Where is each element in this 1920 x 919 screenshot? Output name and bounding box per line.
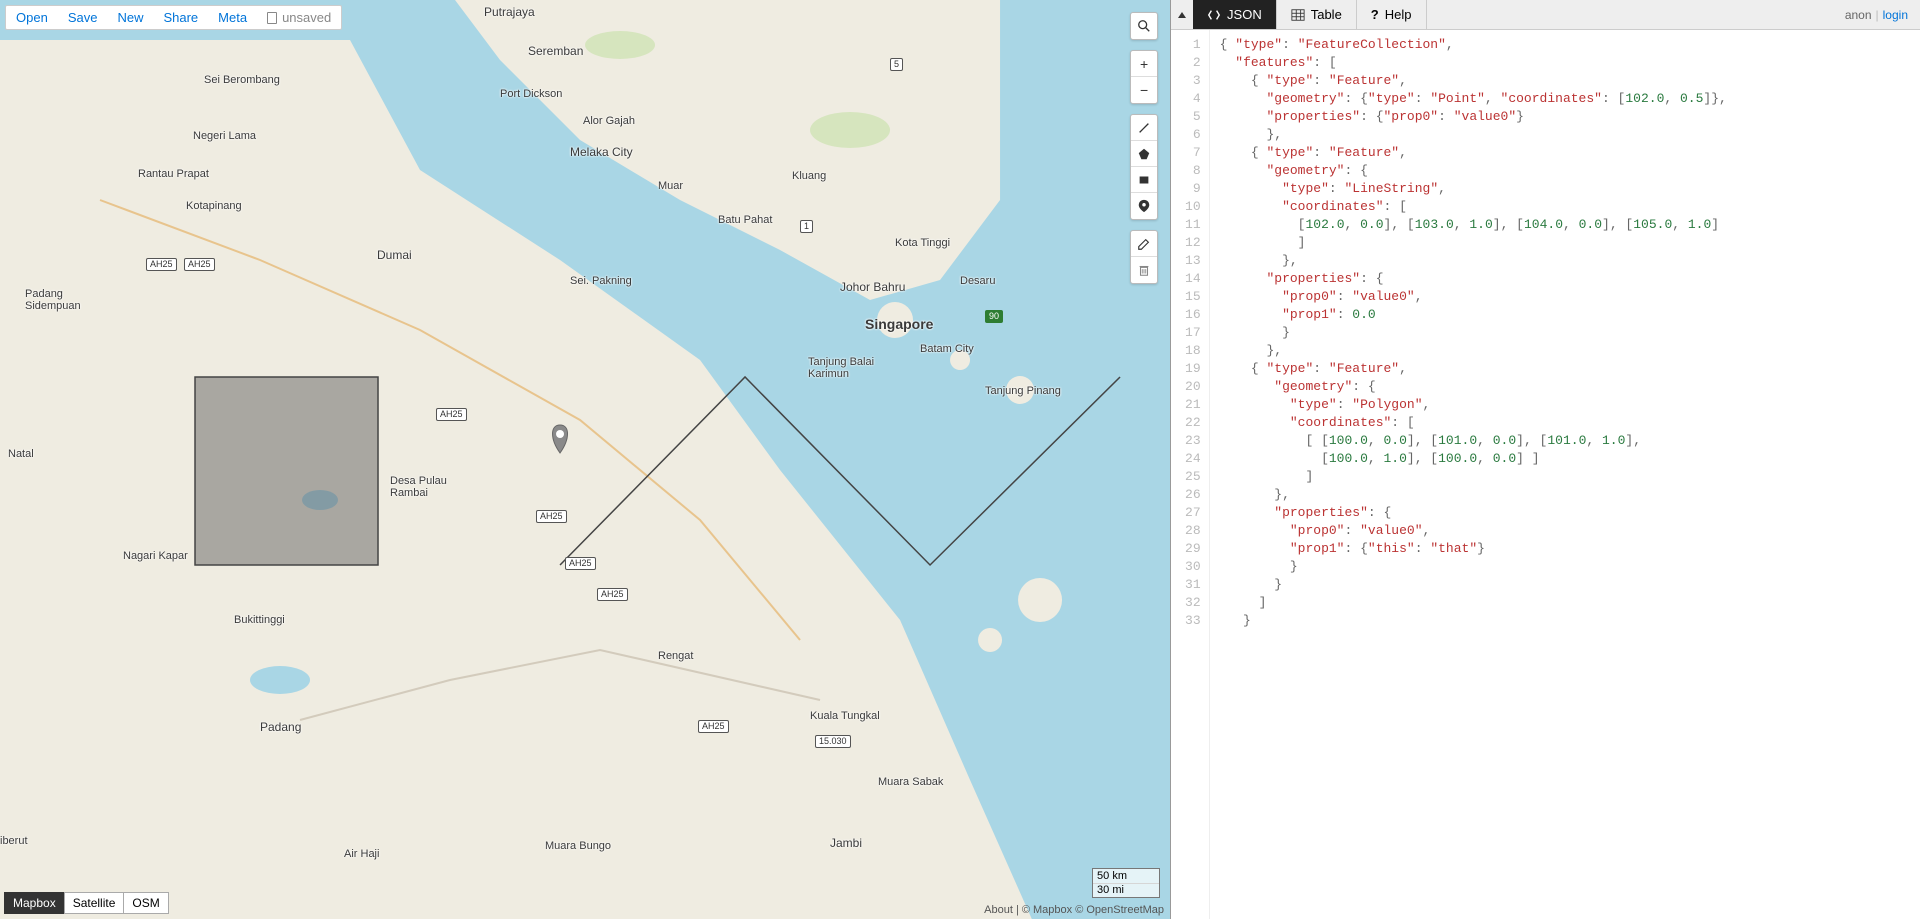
place-label: Muar <box>658 180 683 192</box>
place-label: Putrajaya <box>484 5 535 19</box>
place-label: Singapore <box>865 316 933 332</box>
road-shield: 90 <box>985 310 1003 323</box>
place-label: Desa Pulau Rambai <box>390 475 447 499</box>
map-controls: + − <box>1130 12 1158 284</box>
road-shield: 5 <box>890 58 903 71</box>
basemap-satellite[interactable]: Satellite <box>64 892 125 914</box>
road-shield: 1 <box>800 220 813 233</box>
line-gutter: 1234567891011121314151617181920212223242… <box>1171 30 1210 919</box>
new-link[interactable]: New <box>107 6 153 29</box>
basemap-osm[interactable]: OSM <box>123 892 168 914</box>
place-label: Melaka City <box>570 145 633 159</box>
draw-rectangle-icon[interactable] <box>1131 167 1157 193</box>
anon-label: anon <box>1845 8 1872 22</box>
place-label: Batu Pahat <box>718 214 772 226</box>
place-label: Nagari Kapar <box>123 550 188 562</box>
place-label: Natal <box>8 448 34 460</box>
scale-mi: 30 mi <box>1092 883 1160 898</box>
place-label: Kotapinang <box>186 200 242 212</box>
place-label: Jambi <box>830 836 862 850</box>
place-label: Padang Sidempuan <box>25 288 81 312</box>
place-label: Rengat <box>658 650 693 662</box>
place-label: Sei Berombang <box>204 74 280 86</box>
place-label: Desaru <box>960 275 995 287</box>
save-link[interactable]: Save <box>58 6 108 29</box>
place-label: Kluang <box>792 170 826 182</box>
draw-marker-icon[interactable] <box>1131 193 1157 219</box>
feature-polygon[interactable] <box>195 377 378 565</box>
place-label: Muara Bungo <box>545 840 611 852</box>
collapse-panel-icon[interactable] <box>1171 0 1193 29</box>
road-shield: AH25 <box>597 588 628 601</box>
unsaved-indicator: unsaved <box>257 6 341 29</box>
basemap-switch: Mapbox Satellite OSM <box>5 892 169 914</box>
tab-table[interactable]: Table <box>1277 0 1357 29</box>
scale-km: 50 km <box>1092 868 1160 884</box>
place-label: Kota Tinggi <box>895 237 950 249</box>
trash-icon[interactable] <box>1131 257 1157 283</box>
place-label: Tanjung Pinang <box>985 385 1061 397</box>
help-icon: ? <box>1371 7 1379 22</box>
login-link[interactable]: login <box>1883 8 1908 22</box>
place-label: Port Dickson <box>500 88 562 100</box>
place-label: iberut <box>0 835 28 847</box>
place-label: Air Haji <box>344 848 379 860</box>
open-link[interactable]: Open <box>6 6 58 29</box>
place-label: Rantau Prapat <box>138 168 209 180</box>
map-canvas[interactable] <box>0 0 1170 919</box>
share-link[interactable]: Share <box>153 6 208 29</box>
place-label: Kuala Tungkal <box>810 710 880 722</box>
place-label: Batam City <box>920 343 974 355</box>
zoom-in-button[interactable]: + <box>1131 51 1157 77</box>
tab-json[interactable]: JSON <box>1193 0 1277 29</box>
zoom-out-button[interactable]: − <box>1131 77 1157 103</box>
about-link[interactable]: About <box>984 904 1013 916</box>
document-icon <box>267 12 277 24</box>
editor-panel: JSON Table ? Help anon | login 123456789… <box>1170 0 1920 919</box>
search-icon[interactable] <box>1131 13 1157 39</box>
place-label: Bukittinggi <box>234 614 285 626</box>
map-scale: 50 km 30 mi <box>1092 868 1160 897</box>
road-shield: AH25 <box>146 258 177 271</box>
map-attribution: About | © Mapbox © OpenStreetMap <box>984 904 1164 916</box>
road-shield: AH25 <box>565 557 596 570</box>
place-label: Dumai <box>377 248 412 262</box>
place-label: Tanjung Balai Karimun <box>808 356 874 380</box>
draw-polygon-icon[interactable] <box>1131 141 1157 167</box>
road-shield: AH25 <box>184 258 215 271</box>
code-content[interactable]: { "type": "FeatureCollection", "features… <box>1210 30 1737 919</box>
place-label: Negeri Lama <box>193 130 256 142</box>
edit-icon[interactable] <box>1131 231 1157 257</box>
tab-help[interactable]: ? Help <box>1357 0 1427 29</box>
place-label: Padang <box>260 720 301 734</box>
map-panel[interactable]: Putrajaya Seremban Port Dickson Alor Gaj… <box>0 0 1170 919</box>
road-shield: AH25 <box>436 408 467 421</box>
place-label: Sei. Pakning <box>570 275 632 287</box>
code-icon <box>1207 8 1221 22</box>
place-label: Johor Bahru <box>840 280 905 294</box>
place-label: Muara Sabak <box>878 776 943 788</box>
road-shield: AH25 <box>698 720 729 733</box>
draw-line-icon[interactable] <box>1131 115 1157 141</box>
road-shield: 15.030 <box>815 735 851 748</box>
table-icon <box>1291 8 1305 22</box>
place-label: Seremban <box>528 44 583 58</box>
osm-link[interactable]: © OpenStreetMap <box>1075 904 1164 916</box>
place-label: Alor Gajah <box>583 115 635 127</box>
meta-link[interactable]: Meta <box>208 6 257 29</box>
basemap-mapbox[interactable]: Mapbox <box>4 892 65 914</box>
auth-status: anon | login <box>1833 0 1920 29</box>
road-shield: AH25 <box>536 510 567 523</box>
file-menu: Open Save New Share Meta unsaved <box>5 5 342 30</box>
code-editor[interactable]: 1234567891011121314151617181920212223242… <box>1171 30 1920 919</box>
editor-tabs: JSON Table ? Help anon | login <box>1171 0 1920 30</box>
mapbox-link[interactable]: © Mapbox <box>1022 904 1072 916</box>
